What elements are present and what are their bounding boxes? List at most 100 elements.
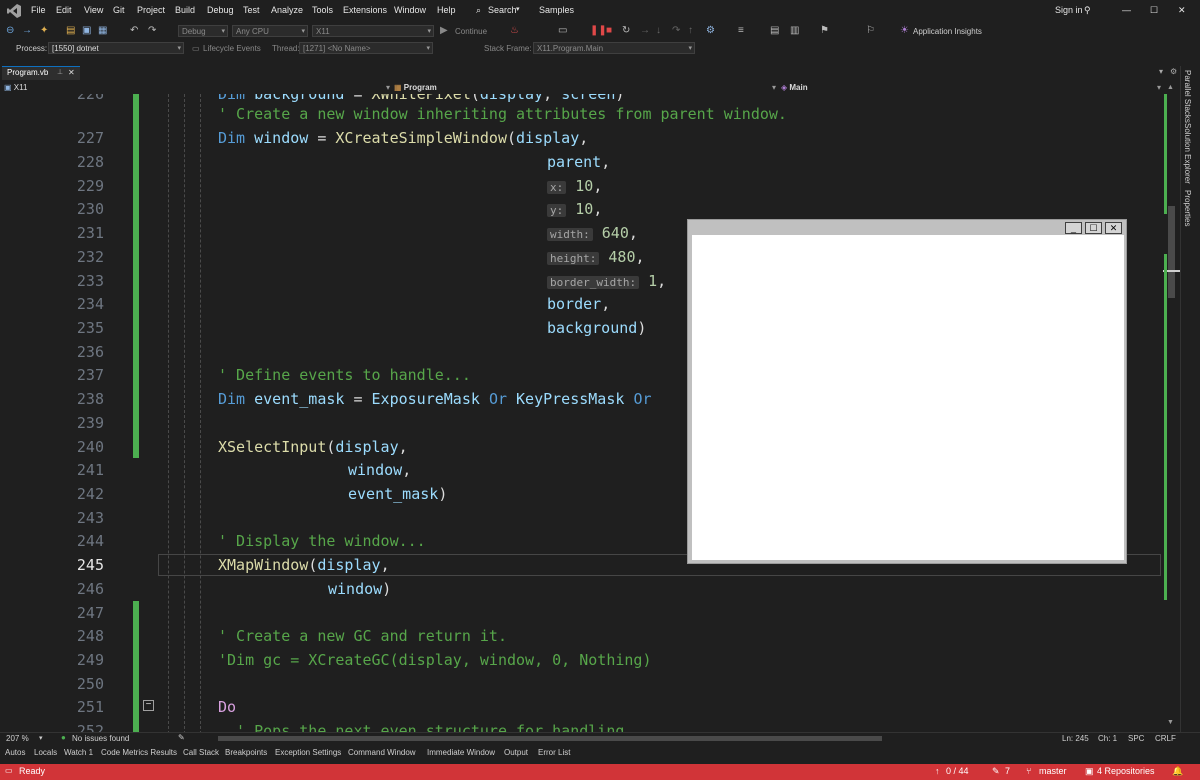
open-file-icon[interactable]: ▤ xyxy=(66,25,75,37)
hot-reload-icon[interactable]: ♨ xyxy=(510,25,519,37)
vertical-scrollbar[interactable]: ▲ ▼ xyxy=(1163,84,1180,734)
maximize-icon[interactable]: ☐ xyxy=(1150,5,1158,16)
search-icon[interactable]: ⌕ xyxy=(476,5,481,16)
line-number: 241 xyxy=(76,461,104,479)
tab-autos[interactable]: Autos xyxy=(5,748,25,757)
pin-icon[interactable]: ⊥ xyxy=(57,67,63,79)
changes-count[interactable]: 7 xyxy=(1005,766,1010,776)
step-into-icon[interactable]: ↓ xyxy=(656,25,661,37)
search-button[interactable]: Search xyxy=(488,5,517,15)
bookmark-icon[interactable]: ⚑ xyxy=(820,25,829,37)
sign-in-link[interactable]: Sign in xyxy=(1055,5,1083,15)
tab-error-list[interactable]: Error List xyxy=(538,748,570,757)
save-all-icon[interactable]: ▦ xyxy=(98,25,107,37)
step-out-icon[interactable]: ↑ xyxy=(688,25,693,37)
menu-debug[interactable]: Debug xyxy=(207,5,234,15)
step-over-icon[interactable]: ↷ xyxy=(672,25,680,37)
solution-explorer-tab[interactable]: Solution Explorer xyxy=(1183,123,1192,184)
issues-status[interactable]: No issues found xyxy=(72,734,129,743)
debug-targets-icon[interactable]: ▭ xyxy=(558,25,567,37)
menu-project[interactable]: Project xyxy=(137,5,165,15)
code-line: ' Create a new GC and return it. xyxy=(218,627,507,645)
platform-select[interactable]: Any CPU ▾ xyxy=(232,25,308,37)
menu-extensions[interactable]: Extensions xyxy=(343,5,387,15)
menu-help[interactable]: Help xyxy=(437,5,456,15)
tab-output[interactable]: Output xyxy=(504,748,528,757)
menu-analyze[interactable]: Analyze xyxy=(271,5,303,15)
x11-minimize-icon[interactable]: _ xyxy=(1065,222,1082,234)
account-icon[interactable]: ⚲ xyxy=(1084,5,1091,16)
pause-icon[interactable]: ❚❚ xyxy=(590,25,607,37)
new-item-icon[interactable]: ✦ xyxy=(40,25,48,37)
repositories-selector[interactable]: 4 Repositories xyxy=(1097,766,1155,776)
collapse-region-icon[interactable]: − xyxy=(143,700,154,711)
lifecycle-events-button[interactable]: Lifecycle Events xyxy=(203,44,261,53)
scroll-down-icon[interactable]: ▼ xyxy=(1167,719,1174,726)
bookmark-prev-icon[interactable]: ⚐ xyxy=(866,25,875,37)
horizontal-scrollbar[interactable] xyxy=(218,736,882,741)
configuration-select[interactable]: Debug ▾ xyxy=(178,25,228,37)
x11-window-client-area[interactable] xyxy=(692,235,1124,560)
tab-command-window[interactable]: Command Window xyxy=(348,748,416,757)
close-tab-icon[interactable]: ✕ xyxy=(68,67,75,79)
branch-name[interactable]: master xyxy=(1039,766,1067,776)
navigate-forward-icon[interactable]: → xyxy=(22,25,32,37)
chevron-down-icon[interactable]: ▾ xyxy=(39,734,43,742)
lightbulb-icon[interactable]: ☀ xyxy=(900,25,909,37)
format-icon[interactable]: ≡ xyxy=(738,25,744,37)
stop-icon[interactable]: ■ xyxy=(606,25,612,37)
restart-icon[interactable]: ↻ xyxy=(622,25,630,37)
properties-tab[interactable]: Properties xyxy=(1183,190,1192,226)
notifications-icon[interactable]: 🔔 xyxy=(1172,766,1183,777)
diagnostics-icon[interactable]: ⚙ xyxy=(706,25,715,37)
thread-select[interactable]: [1271] <No Name> ▾ xyxy=(299,42,433,54)
menu-git[interactable]: Git xyxy=(113,5,125,15)
stack-frame-select[interactable]: X11.Program.Main ▾ xyxy=(533,42,695,54)
show-next-statement-icon[interactable]: → xyxy=(640,25,650,37)
comment-icon[interactable]: ▤ xyxy=(770,25,779,37)
navigate-back-icon[interactable]: ⊖ xyxy=(6,25,14,37)
tab-watch-1[interactable]: Watch 1 xyxy=(64,748,93,757)
commits-count[interactable]: 0 / 44 xyxy=(946,766,969,776)
menu-build[interactable]: Build xyxy=(175,5,195,15)
zoom-level[interactable]: 207 % xyxy=(6,734,29,743)
startup-project-select[interactable]: X11 ▾ xyxy=(312,25,434,37)
uncomment-icon[interactable]: ▥ xyxy=(790,25,799,37)
member-select[interactable]: ◈ Main ▾ xyxy=(781,82,1161,93)
x11-close-icon[interactable]: ✕ xyxy=(1105,222,1122,234)
process-select[interactable]: [1550] dotnet ▾ xyxy=(48,42,184,54)
minimize-icon[interactable]: — xyxy=(1122,5,1131,15)
continue-button[interactable]: Continue xyxy=(455,27,487,36)
scrollbar-thumb[interactable] xyxy=(1168,206,1175,298)
scroll-up-icon[interactable]: ▲ xyxy=(1167,84,1174,91)
brush-icon[interactable]: ✎ xyxy=(178,733,185,742)
tab-list-icon[interactable]: ▾ xyxy=(1159,67,1163,76)
menu-tools[interactable]: Tools xyxy=(312,5,333,15)
menu-test[interactable]: Test xyxy=(243,5,260,15)
menu-view[interactable]: View xyxy=(84,5,103,15)
application-insights-button[interactable]: Application Insights xyxy=(913,27,982,36)
save-icon[interactable]: ▣ xyxy=(82,25,91,37)
tab-locals[interactable]: Locals xyxy=(34,748,57,757)
parallel-stacks-tab[interactable]: Parallel Stacks xyxy=(1183,70,1192,123)
project-select[interactable]: ▣ X11 ▾ xyxy=(4,82,390,93)
tab-code-metrics-results[interactable]: Code Metrics Results xyxy=(101,748,177,757)
tab-exception-settings[interactable]: Exception Settings xyxy=(275,748,341,757)
tab-breakpoints[interactable]: Breakpoints xyxy=(225,748,267,757)
close-icon[interactable]: ✕ xyxy=(1178,5,1186,16)
visual-studio-logo-icon[interactable] xyxy=(6,3,22,19)
undo-icon[interactable]: ↶ xyxy=(130,25,138,37)
line-ending-indicator[interactable]: CRLF xyxy=(1155,734,1176,743)
settings-icon[interactable]: ⚙ xyxy=(1170,67,1177,76)
menu-file[interactable]: File xyxy=(31,5,46,15)
tab-program-vb[interactable]: Program.vb ⊥ ✕ xyxy=(2,66,80,80)
class-select[interactable]: ▦ Program ▾ xyxy=(394,82,776,93)
play-icon[interactable]: ▶ xyxy=(440,25,448,37)
x11-maximize-icon[interactable]: ☐ xyxy=(1085,222,1102,234)
tab-immediate-window[interactable]: Immediate Window xyxy=(427,748,495,757)
redo-icon[interactable]: ↷ xyxy=(148,25,156,37)
menu-window[interactable]: Window xyxy=(394,5,426,15)
tab-call-stack[interactable]: Call Stack xyxy=(183,748,219,757)
whitespace-indicator[interactable]: SPC xyxy=(1128,734,1144,743)
menu-edit[interactable]: Edit xyxy=(56,5,72,15)
